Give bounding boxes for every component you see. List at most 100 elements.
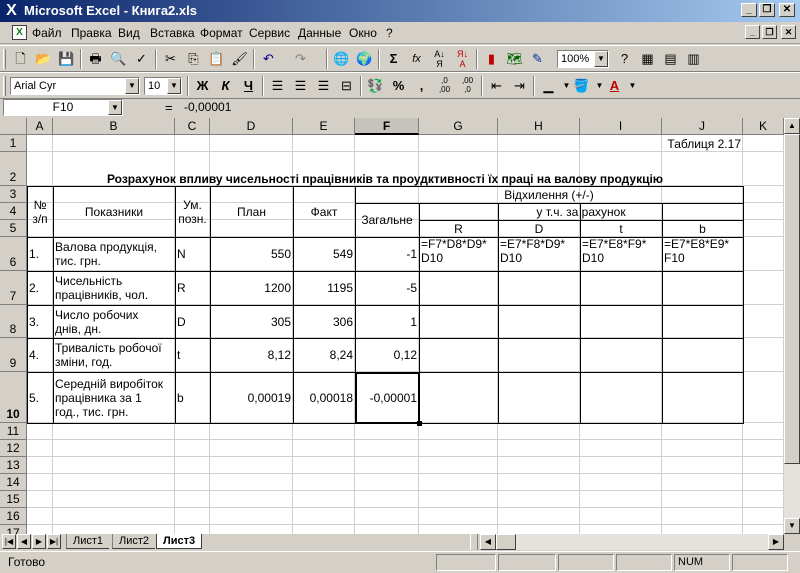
fill-handle[interactable] [417, 421, 422, 426]
formula-equals[interactable]: = [165, 100, 173, 115]
sheet-tab-list3[interactable]: Лист3 [156, 534, 203, 549]
doc-minimize-button[interactable]: _ [745, 25, 760, 39]
decrease-decimal-button[interactable]: ,00 ,0 [457, 76, 478, 96]
open-icon[interactable]: 📂 [33, 49, 54, 69]
column-header-f[interactable]: F [355, 118, 419, 135]
menu-window[interactable]: Окно [349, 26, 377, 40]
row-header-11[interactable]: 11 [0, 423, 27, 440]
function-icon[interactable]: fx [406, 49, 427, 69]
scroll-down-icon[interactable]: ▼ [784, 518, 800, 534]
row-header-10[interactable]: 10 [0, 372, 27, 423]
close-button[interactable]: ✕ [779, 3, 795, 17]
row-header-8[interactable]: 8 [0, 305, 27, 338]
column-header-d[interactable]: D [210, 118, 293, 135]
doc-close-button[interactable]: ✕ [781, 25, 796, 39]
row-header-2[interactable]: 2 [0, 152, 27, 186]
column-header-i[interactable]: I [580, 118, 662, 135]
next-sheet-icon[interactable]: ▶ [32, 534, 46, 549]
worksheet-grid[interactable]: A B C D E F G H I J K 1 2 3 4 5 6 7 8 9 10 11 12 13 14 15 16 17 Табл… [0, 118, 784, 534]
column-header-e[interactable]: E [293, 118, 355, 135]
row-header-9[interactable]: 9 [0, 338, 27, 372]
scroll-right-icon[interactable]: ▶ [768, 534, 784, 550]
column-header-h[interactable]: H [498, 118, 580, 135]
save-icon[interactable]: 💾 [56, 49, 77, 69]
new-icon[interactable]: 🗋 [10, 49, 31, 69]
format-painter-icon[interactable]: 🖌 [229, 49, 250, 69]
web-toolbar-icon[interactable]: 🌍 [354, 49, 375, 69]
menu-data[interactable]: Данные [298, 26, 341, 40]
toolbar-grip[interactable] [3, 76, 6, 96]
row-header-17[interactable]: 17 [0, 525, 27, 534]
formula-input[interactable]: -0,00001 [184, 100, 231, 114]
menu-tools[interactable]: Сервис [249, 26, 290, 40]
increase-decimal-button[interactable]: ,0 ,00 [434, 76, 455, 96]
horizontal-scrollbar[interactable] [480, 534, 784, 550]
percent-button[interactable]: % [388, 76, 409, 96]
align-left-icon[interactable]: ☰ [267, 76, 288, 96]
column-header-a[interactable]: A [27, 118, 53, 135]
row-header-5[interactable]: 5 [0, 220, 27, 237]
chevron-down-icon[interactable]: ▼ [125, 78, 139, 94]
column-header-k[interactable]: K [743, 118, 784, 135]
view-icon[interactable]: ▦ [637, 49, 658, 69]
row-header-6[interactable]: 6 [0, 237, 27, 271]
sheet-tab-list1[interactable]: Лист1 [66, 534, 110, 549]
column-header-g[interactable]: G [419, 118, 498, 135]
bold-button[interactable]: Ж [192, 76, 213, 96]
map-icon[interactable]: 🗺 [504, 49, 525, 69]
row-header-1[interactable]: 1 [0, 135, 27, 152]
cut-icon[interactable]: ✂ [160, 49, 181, 69]
minimize-button[interactable]: _ [741, 3, 757, 17]
paste-icon[interactable]: 📋 [206, 49, 227, 69]
zoom-select[interactable]: 100% ▼ [557, 50, 609, 68]
sort-ascending-icon[interactable]: A↓ Я [429, 49, 450, 69]
excel-icon[interactable]: X [3, 2, 20, 19]
align-center-icon[interactable]: ☰ [290, 76, 311, 96]
menu-insert[interactable]: Вставка [150, 26, 195, 40]
comma-style-button[interactable]: , [411, 76, 432, 96]
redo-icon[interactable]: ↷ [290, 49, 311, 69]
sort-descending-icon[interactable]: Я↓ A [452, 49, 473, 69]
spelling-icon[interactable]: ✓ [131, 49, 152, 69]
toolbar-grip[interactable] [3, 49, 6, 69]
row-header-13[interactable]: 13 [0, 457, 27, 474]
chevron-down-icon[interactable]: ▼ [622, 76, 643, 96]
workbook-icon[interactable]: X [12, 25, 27, 40]
underline-button[interactable]: Ч [238, 76, 259, 96]
doc-restore-button[interactable]: ❐ [762, 25, 777, 39]
menu-format[interactable]: Формат [200, 26, 243, 40]
font-name-select[interactable]: Arial Cyr ▼ [10, 77, 140, 95]
vertical-scroll-thumb[interactable] [784, 134, 800, 464]
chevron-down-icon[interactable]: ▼ [167, 78, 181, 94]
merge-center-icon[interactable]: ⊟ [336, 76, 357, 96]
print-preview-icon[interactable]: 🔍 [108, 49, 129, 69]
row-header-16[interactable]: 16 [0, 508, 27, 525]
name-box[interactable]: F10 ▼ [3, 99, 123, 116]
scroll-left-icon[interactable]: ◀ [480, 534, 496, 550]
align-right-icon[interactable]: ☰ [313, 76, 334, 96]
grid-icon[interactable]: ▥ [683, 49, 704, 69]
row-header-14[interactable]: 14 [0, 474, 27, 491]
column-header-c[interactable]: C [175, 118, 210, 135]
chart-wizard-icon[interactable]: ▮ [481, 49, 502, 69]
drawing-icon[interactable]: ✎ [527, 49, 548, 69]
first-sheet-icon[interactable]: |◀ [2, 534, 16, 549]
menu-edit[interactable]: Правка [71, 26, 112, 40]
italic-button[interactable]: К [215, 76, 236, 96]
row-header-4[interactable]: 4 [0, 203, 27, 220]
tab-split-handle[interactable] [470, 534, 478, 550]
row-header-12[interactable]: 12 [0, 440, 27, 457]
maximize-button[interactable]: ❐ [759, 3, 775, 17]
menu-view[interactable]: Вид [118, 26, 140, 40]
chevron-down-icon[interactable]: ▼ [594, 51, 608, 67]
column-header-b[interactable]: B [53, 118, 175, 135]
menu-help[interactable]: ? [386, 26, 393, 40]
prev-sheet-icon[interactable]: ◀ [17, 534, 31, 549]
select-all-corner[interactable] [0, 118, 27, 135]
currency-icon[interactable]: 💱 [365, 76, 386, 96]
horizontal-scroll-thumb[interactable] [496, 534, 516, 550]
scroll-up-icon[interactable]: ▲ [784, 118, 800, 134]
undo-icon[interactable]: ↶ [258, 49, 279, 69]
row-header-7[interactable]: 7 [0, 271, 27, 305]
print-icon[interactable]: 🖶 [85, 49, 106, 69]
